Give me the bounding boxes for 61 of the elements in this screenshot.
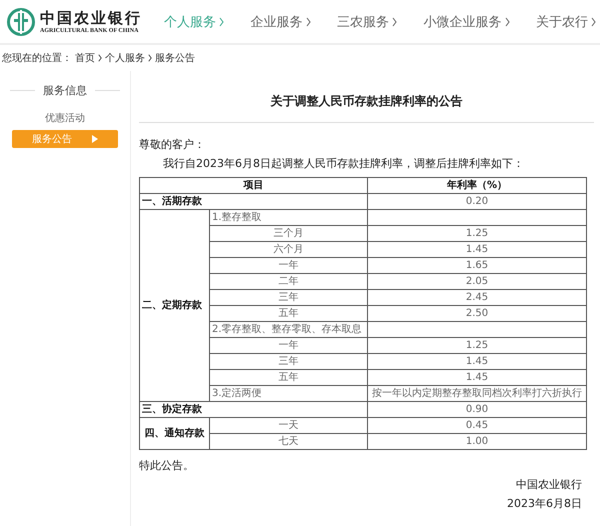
nav-link[interactable]: 企业服务 <box>250 12 310 30</box>
signature: 中国农业银行 <box>516 477 582 493</box>
column-header: 年利率（%） <box>368 178 586 194</box>
table-cell: 五年 <box>210 306 368 322</box>
breadcrumb-link[interactable]: 首页 <box>75 51 95 65</box>
table-cell: 六个月 <box>210 242 368 258</box>
table-cell: 2.零存整取、整存零取、存本取息 <box>210 322 368 338</box>
breadcrumb-link[interactable]: 服务公告 <box>155 51 195 65</box>
table-cell: 1.25 <box>368 226 586 242</box>
sidebar-item[interactable]: 优惠活动 <box>12 109 118 127</box>
article-title: 关于调整人民币存款挂牌利率的公告 <box>139 71 594 123</box>
logo-icon <box>6 6 36 36</box>
play-icon <box>92 135 98 143</box>
table-cell: 3.定活两便 <box>210 386 368 402</box>
table-cell: 三、协定存款 <box>140 402 368 418</box>
table-cell: 二、定期存款 <box>140 210 210 402</box>
breadcrumb-label: 您现在的位置： <box>2 52 72 65</box>
table-cell: 0.45 <box>368 418 586 434</box>
breadcrumb-link[interactable]: 个人服务 <box>105 51 145 65</box>
table-cell: 七天 <box>210 434 368 450</box>
greeting: 尊敬的客户： <box>139 137 206 153</box>
table-cell: 2.05 <box>368 274 586 290</box>
chevron-icon <box>98 54 102 62</box>
chevron-icon <box>504 16 510 26</box>
table-cell: 一天 <box>210 418 368 434</box>
nav-link[interactable]: 关于农行 <box>536 12 596 30</box>
table-cell: 三年 <box>210 354 368 370</box>
column-header: 项目 <box>140 178 368 194</box>
table-cell: 2.50 <box>368 306 586 322</box>
table-cell: 一年 <box>210 338 368 354</box>
table-cell: 1.整存整取 <box>210 210 368 226</box>
table-cell: 五年 <box>210 370 368 386</box>
table-cell: 0.90 <box>368 402 586 418</box>
table-cell: 1.25 <box>368 338 586 354</box>
table-cell: 一年 <box>210 258 368 274</box>
chevron-icon <box>392 16 397 26</box>
nav-link[interactable]: 个人服务 <box>164 12 224 30</box>
table-cell: 1.65 <box>368 258 586 274</box>
table-cell: 2.45 <box>368 290 586 306</box>
intro-paragraph: 我行自2023年6月8日起调整人民币存款挂牌利率，调整后挂牌利率如下： <box>162 156 525 172</box>
closing-text: 特此公告。 <box>139 458 195 474</box>
table-cell: 四、通知存款 <box>140 418 210 450</box>
table-cell: 1.00 <box>368 434 586 450</box>
chevron-icon <box>219 16 224 26</box>
bank-name: 中国农业银行 <box>40 9 142 28</box>
nav-link[interactable]: 小微企业服务 <box>424 12 510 30</box>
table-cell: 二年 <box>210 274 368 290</box>
table-cell: 1.45 <box>368 354 586 370</box>
chevron-icon <box>591 16 596 26</box>
date: 2023年6月8日 <box>507 496 582 512</box>
nav-link[interactable]: 三农服务 <box>337 12 397 30</box>
table-cell: 1.45 <box>368 242 586 258</box>
chevron-icon <box>306 16 310 26</box>
table-cell: 一、活期存款 <box>140 194 368 210</box>
table-cell: 1.45 <box>368 370 586 386</box>
table-cell: 三年 <box>210 290 368 306</box>
table-cell: 三个月 <box>210 226 368 242</box>
sidebar-title: 服务信息 <box>43 83 87 98</box>
table-cell: 按一年以内定期整存整取同档次利率打六折执行 <box>368 386 586 402</box>
table-cell: 0.20 <box>368 194 586 210</box>
chevron-icon <box>148 54 152 62</box>
